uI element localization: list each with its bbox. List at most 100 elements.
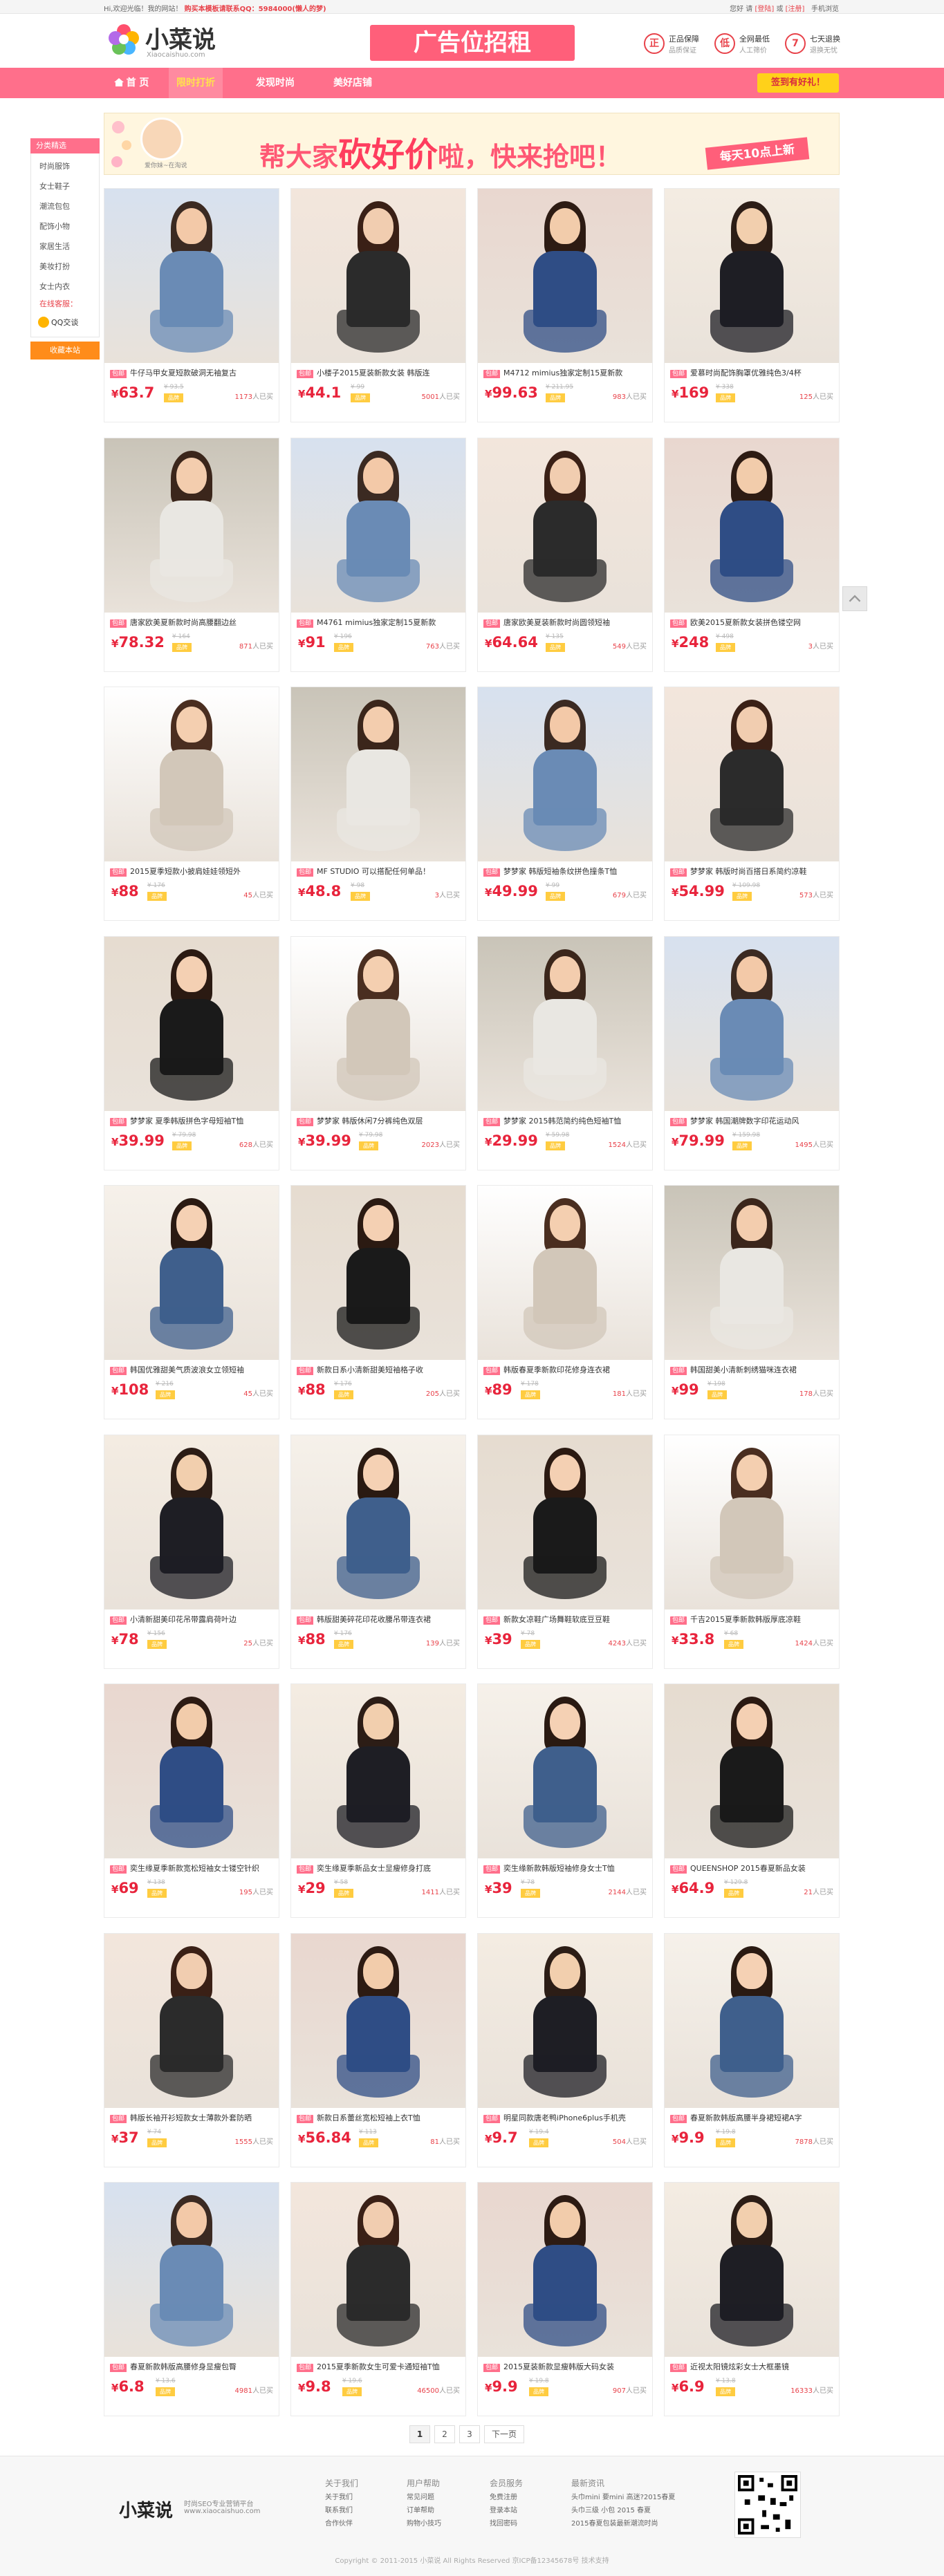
product-title[interactable]: 包邮 M4761 mimius独家定制15夏新款 (297, 617, 461, 628)
product-card[interactable]: 包邮 梦梦家 韩国潮牌数字印花运动风 ¥79.99 ¥ 159.98 品牌 1495人已买 (664, 936, 840, 1170)
product-image[interactable] (665, 1934, 839, 2108)
product-card[interactable]: 包邮 新款女凉鞋广场舞鞋软底豆豆鞋 ¥39 ¥ 78 品牌 4243人已买 (477, 1435, 653, 1669)
product-card[interactable]: 包邮 爱慕时尚配饰胸罩优雅纯色3/4杯 ¥169 ¥ 338 品牌 125人已买 (664, 188, 840, 422)
footer-logo[interactable]: 小菜说 (119, 2496, 173, 2522)
product-card[interactable]: 包邮 唐家欧美夏装新款时尚圆领短袖 ¥64.64 ¥ 135 品牌 549人已买 (477, 438, 653, 672)
sidebar-item-beauty[interactable]: 美妆打扮 (31, 256, 99, 277)
product-card[interactable]: 包邮 春夏新款韩版高腰修身显瘦包臀 ¥6.8 ¥ 13.6 品牌 4981人已买 (104, 2182, 279, 2416)
ad-banner[interactable]: 广告位招租 (370, 25, 575, 61)
product-card[interactable]: 包邮 MF STUDIO 可以搭配任何单品！ ¥48.8 ¥ 98 品牌 3人已买 (290, 687, 466, 921)
product-title[interactable]: 包邮 明星同款唐老鸭iPhone6plus手机壳 (483, 2112, 648, 2123)
product-title[interactable]: 包邮 唐家欧美夏新款时尚高腰翻边丝 (110, 617, 275, 628)
product-image[interactable] (665, 687, 839, 861)
nav-discover[interactable]: 发现时尚 (248, 68, 303, 98)
product-card[interactable]: 包邮 梦梦家 夏季韩版拼色字母短袖T恤 ¥39.99 ¥ 79.98 品牌 628人已买 (104, 936, 279, 1170)
product-image[interactable] (291, 438, 465, 613)
product-title[interactable]: 包邮 小清新甜美印花吊带露肩荷叶边 (110, 1614, 275, 1625)
product-image[interactable] (665, 1435, 839, 1609)
product-image[interactable] (291, 1934, 465, 2108)
sidebar-item-clothing[interactable]: 时尚服饰 (31, 156, 99, 176)
product-title[interactable]: 包邮 牛仔马甲女夏短款破洞无袖复古 (110, 367, 275, 378)
product-card[interactable]: 包邮 QUEENSHOP 2015春夏新品女装 ¥64.9 ¥ 129.8 品牌 21人已… (664, 1683, 840, 1918)
product-image[interactable] (478, 1934, 652, 2108)
product-card[interactable]: 包邮 牛仔马甲女夏短款破洞无袖复古 ¥63.7 ¥ 93.5 品牌 1173人已买 (104, 188, 279, 422)
product-image[interactable] (478, 2183, 652, 2357)
qq-chat-button[interactable]: QQ交谈 (35, 313, 95, 333)
product-title[interactable]: 包邮 欧美2015夏新款女装拼色镂空网 (670, 617, 835, 628)
product-image[interactable] (291, 1186, 465, 1360)
product-title[interactable]: 包邮 春夏新款韩版高腰半身裙短裙A字 (670, 2112, 835, 2123)
product-title[interactable]: 包邮 小楼子2015夏装新款女装 韩版连 (297, 367, 461, 378)
product-image[interactable] (665, 189, 839, 363)
product-card[interactable]: 包邮 小楼子2015夏装新款女装 韩版连 ¥44.1 ¥ 99 品牌 5001人已买 (290, 188, 466, 422)
product-card[interactable]: 包邮 M4712 mimius独家定制15夏新款 ¥99.63 ¥ 211.95 品牌 9… (477, 188, 653, 422)
footer-link[interactable]: 联系我们 (325, 2504, 358, 2517)
product-card[interactable]: 包邮 奕生缘新款韩版短袖修身女士T恤 ¥39 ¥ 78 品牌 2144人已买 (477, 1683, 653, 1918)
product-title[interactable]: 包邮 千吉2015夏季新款韩版厚底凉鞋 (670, 1614, 835, 1625)
favorite-button[interactable]: 收藏本站 (30, 342, 100, 360)
product-card[interactable]: 包邮 M4761 mimius独家定制15夏新款 ¥91 ¥ 196 品牌 763人已买 (290, 438, 466, 672)
product-title[interactable]: 包邮 奕生缘新款韩版短袖修身女士T恤 (483, 1863, 648, 1874)
nav-flash-sale[interactable]: 限时打折 (169, 68, 223, 98)
nav-shops[interactable]: 美好店铺 (325, 68, 380, 98)
product-image[interactable] (478, 438, 652, 613)
page-2[interactable]: 2 (434, 2425, 455, 2443)
product-title[interactable]: 包邮 新款日系蕾丝宽松短袖上衣T恤 (297, 2112, 461, 2123)
template-promo-link[interactable]: 购买本模板请联系QQ：5984000(懒人的梦) (185, 6, 326, 13)
product-title[interactable]: 包邮 爱慕时尚配饰胸罩优雅纯色3/4杯 (670, 367, 835, 378)
product-title[interactable]: 包邮 梦梦家 2015韩范简约纯色短袖T恤 (483, 1115, 648, 1126)
product-image[interactable] (478, 189, 652, 363)
product-title[interactable]: 包邮 近视太阳镜炫彩女士大框墨镜 (670, 2361, 835, 2372)
product-image[interactable] (104, 2183, 279, 2357)
footer-link[interactable]: 找回密码 (490, 2517, 523, 2530)
next-page[interactable]: 下一页 (484, 2425, 524, 2443)
product-title[interactable]: 包邮 奕生缘夏季新款宽松短袖女士镂空针织 (110, 1863, 275, 1874)
product-title[interactable]: 包邮 韩版春夏季新款印花修身连衣裙 (483, 1364, 648, 1375)
flower-logo-icon[interactable] (107, 23, 140, 56)
page-3[interactable]: 3 (459, 2425, 480, 2443)
product-image[interactable] (665, 438, 839, 613)
product-image[interactable] (104, 438, 279, 613)
product-card[interactable]: 包邮 奕生缘夏季新款宽松短袖女士镂空针织 ¥69 ¥ 138 品牌 195人已买 (104, 1683, 279, 1918)
product-card[interactable]: 包邮 欧美2015夏新款女装拼色镂空网 ¥248 ¥ 498 品牌 3人已买 (664, 438, 840, 672)
footer-link[interactable]: 免费注册 (490, 2491, 523, 2504)
product-card[interactable]: 包邮 梦梦家 韩版短袖条纹拼色撞条T恤 ¥49.99 ¥ 99 品牌 679人已买 (477, 687, 653, 921)
product-card[interactable]: 包邮 2015夏装新款显瘦韩版大码女装 ¥9.9 ¥ 19.8 品牌 907人已买 (477, 2182, 653, 2416)
product-image[interactable] (478, 687, 652, 861)
product-card[interactable]: 包邮 韩国优雅甜美气质波浪女立领短袖 ¥108 ¥ 216 品牌 45人已买 (104, 1185, 279, 1419)
sidebar-item-accessories[interactable]: 配饰小物 (31, 216, 99, 236)
footer-link[interactable]: 头巾三级 小包 2015 春夏 (571, 2504, 675, 2517)
footer-link[interactable]: 头巾mini 要mini 高迷?2015春夏 (571, 2491, 675, 2504)
product-card[interactable]: 包邮 韩版春夏季新款印花修身连衣裙 ¥89 ¥ 178 品牌 181人已买 (477, 1185, 653, 1419)
product-image[interactable] (665, 937, 839, 1111)
product-image[interactable] (291, 687, 465, 861)
product-title[interactable]: 包邮 韩版甜美碎花印花收腰吊带连衣裙 (297, 1614, 461, 1625)
product-image[interactable] (104, 1934, 279, 2108)
footer-link[interactable]: 关于我们 (325, 2491, 358, 2504)
product-image[interactable] (478, 1186, 652, 1360)
product-image[interactable] (291, 937, 465, 1111)
product-image[interactable] (478, 1684, 652, 1858)
product-title[interactable]: 包邮 梦梦家 韩版时尚百搭日系简约凉鞋 (670, 866, 835, 877)
product-image[interactable] (291, 2183, 465, 2357)
sidebar-item-home[interactable]: 家居生活 (31, 236, 99, 256)
product-image[interactable] (291, 1684, 465, 1858)
signin-button[interactable]: 签到有好礼！ (757, 73, 839, 93)
footer-link[interactable]: 2015春夏包装最新潮流时尚 (571, 2517, 675, 2530)
product-image[interactable] (104, 1435, 279, 1609)
product-image[interactable] (104, 189, 279, 363)
product-image[interactable] (291, 1435, 465, 1609)
product-title[interactable]: 包邮 MF STUDIO 可以搭配任何单品！ (297, 866, 461, 877)
product-card[interactable]: 包邮 小清新甜美印花吊带露肩荷叶边 ¥78 ¥ 156 品牌 25人已买 (104, 1435, 279, 1669)
product-image[interactable] (478, 937, 652, 1111)
register-link[interactable]: [注册] (786, 6, 805, 13)
nav-home[interactable]: 首 页 (104, 68, 159, 98)
login-link[interactable]: [登陆] (755, 6, 774, 13)
product-image[interactable] (665, 1186, 839, 1360)
sidebar-item-shoes[interactable]: 女士鞋子 (31, 176, 99, 196)
logo-text[interactable]: 小菜说 (145, 21, 216, 55)
product-title[interactable]: 包邮 梦梦家 韩版休闲7分裤纯色双层 (297, 1115, 461, 1126)
product-card[interactable]: 包邮 近视太阳镜炫彩女士大框墨镜 ¥6.9 ¥ 13.8 品牌 16333人已买 (664, 2182, 840, 2416)
product-image[interactable] (291, 189, 465, 363)
product-card[interactable]: 包邮 明星同款唐老鸭iPhone6plus手机壳 ¥9.7 ¥ 19.4 品牌 504人已… (477, 1933, 653, 2167)
